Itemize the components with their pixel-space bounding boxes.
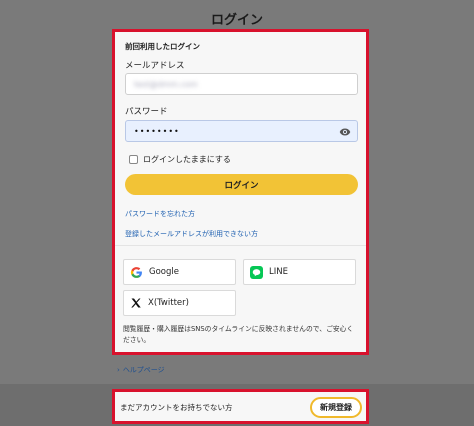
forgot-password-link[interactable]: パスワードを忘れた方 (125, 209, 195, 219)
help-page-label: ヘルプページ (122, 366, 165, 374)
google-login-button[interactable]: Google (123, 259, 236, 285)
line-login-button[interactable]: LINE (243, 259, 356, 285)
x-twitter-login-button[interactable]: X(Twitter) (123, 290, 236, 316)
signup-prompt: まだアカウントをお持ちでない方 (120, 403, 233, 412)
google-label: Google (149, 267, 179, 277)
x-twitter-label: X(Twitter) (148, 298, 189, 308)
show-password-eye-icon[interactable] (339, 126, 351, 138)
email-label: メールアドレス (125, 61, 185, 71)
signup-box: まだアカウントをお持ちでない方 新規登録 (112, 389, 369, 424)
password-field[interactable]: •••••••• (125, 120, 358, 142)
cannot-use-email-link[interactable]: 登録したメールアドレスが利用できない方 (125, 229, 258, 239)
remember-me-checkbox[interactable] (129, 155, 138, 164)
page-title: ログイン (210, 13, 263, 28)
password-value: •••••••• (134, 126, 180, 136)
signup-button[interactable]: 新規登録 (310, 397, 362, 418)
sns-note: 閲覧履歴・購入履歴はSNSのタイムラインに反映されませんので、ご安心ください。 (123, 325, 354, 344)
login-button[interactable]: ログイン (125, 174, 358, 195)
email-field[interactable]: test@dmm.com (125, 73, 358, 95)
password-label: パスワード (125, 107, 168, 117)
remember-me-label: ログインしたままにする (143, 155, 231, 164)
chevron-right-icon: › (117, 366, 120, 374)
previous-login-label: 前回利用したログイン (125, 42, 200, 51)
line-icon (250, 265, 263, 279)
login-card: 前回利用したログイン メールアドレス test@dmm.com パスワード ••… (112, 29, 369, 355)
help-page-link[interactable]: › ヘルプページ (117, 365, 165, 375)
x-twitter-icon (131, 298, 141, 308)
line-label: LINE (269, 267, 288, 277)
email-value: test@dmm.com (134, 79, 198, 89)
divider (115, 245, 366, 246)
google-icon (130, 266, 142, 278)
remember-me-row[interactable]: ログインしたままにする (129, 154, 231, 165)
